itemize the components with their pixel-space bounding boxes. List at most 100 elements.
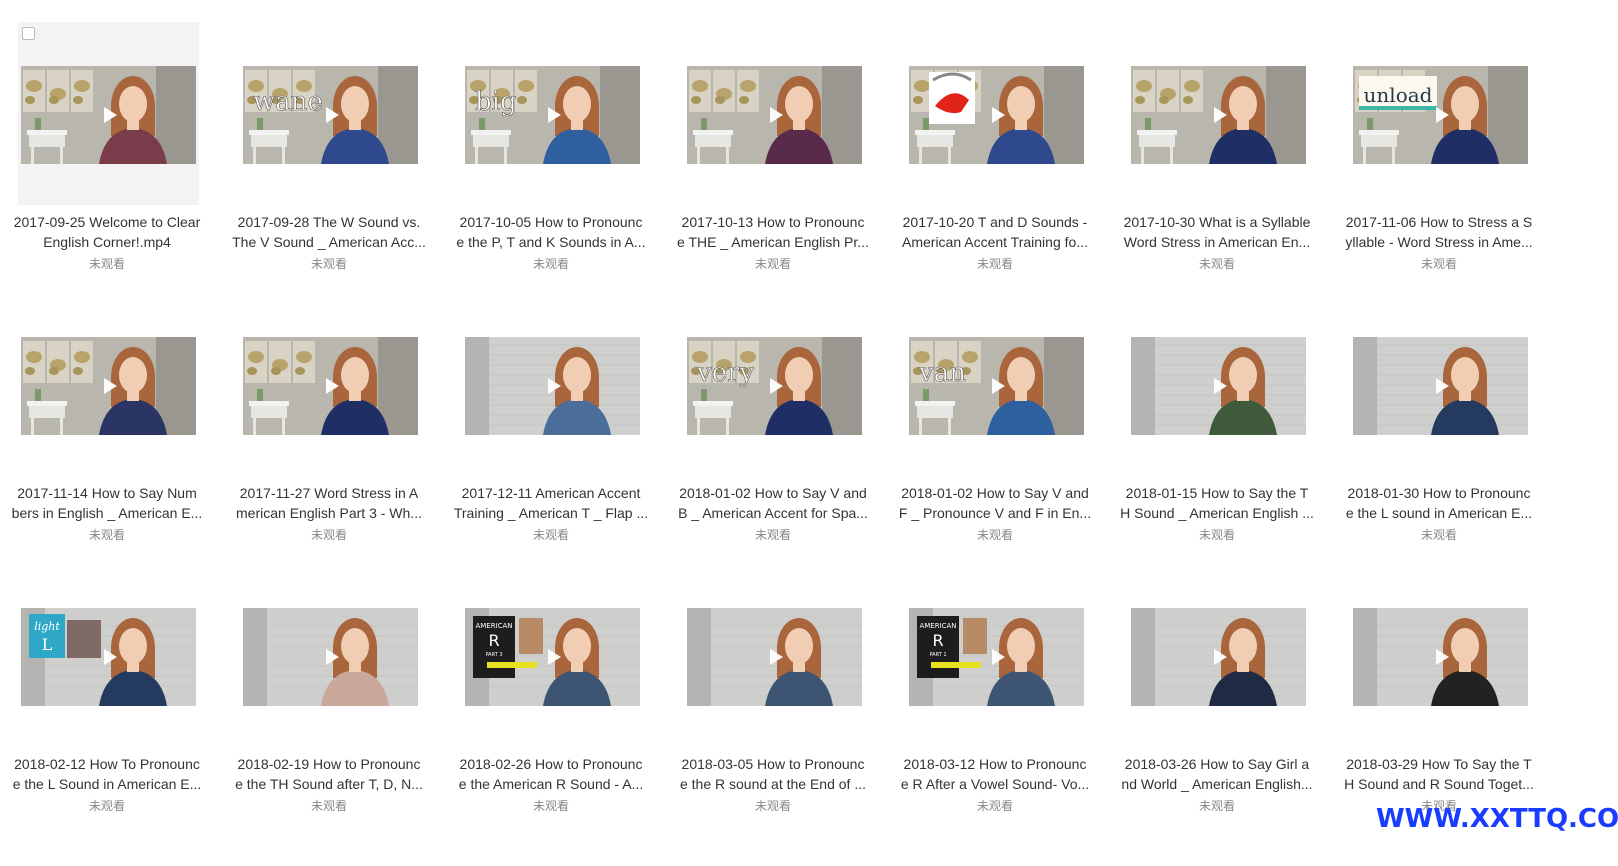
video-title-line1: 2018-01-02 How to Say V and [901,485,1089,501]
video-title[interactable]: 2018-01-02 How to Say V and F _ Pronounce… [892,483,1098,523]
video-card[interactable]: 2017-10-20 T and D Sounds - American Acce… [888,0,1110,271]
watch-status: 未观看 [532,799,569,813]
video-card[interactable]: 2017-12-11 American Accent Training _ Ame… [444,271,666,542]
video-title[interactable]: 2017-12-11 American Accent Training _ Ame… [448,483,654,523]
thumbnail-image: unload [1353,66,1528,164]
video-card[interactable]: big 2017-10-05 How to Pronounc e the P, T … [444,0,666,271]
video-thumbnail[interactable] [687,66,862,164]
thumbnail-image [909,66,1084,164]
video-title[interactable]: 2018-03-26 How to Say Girl a nd World _ A… [1114,754,1320,794]
video-title[interactable]: 2018-01-30 How to Pronounc e the L sound … [1336,483,1542,523]
video-card[interactable]: 2017-10-13 How to Pronounc e THE _ Americ… [666,0,888,271]
video-title[interactable]: 2017-11-14 How to Say Num bers in English… [4,483,210,523]
video-title-line1: 2017-11-14 How to Say Num [17,485,197,501]
watch-status: 未观看 [1420,528,1457,542]
video-card[interactable]: unload 2017-11-06 How to Stress a S yllabl… [1332,0,1554,271]
video-thumbnail[interactable]: wane [243,66,418,164]
video-thumbnail[interactable] [243,608,418,706]
video-thumbnail[interactable]: van [909,337,1084,435]
video-title[interactable]: 2017-11-27 Word Stress in A merican Engli… [226,483,432,523]
svg-text:big: big [475,87,517,117]
video-thumbnail[interactable]: AMERICAN R PART 1 [909,608,1084,706]
video-thumbnail[interactable] [687,608,862,706]
thumbnail-image [1131,66,1306,164]
watch-status: 未观看 [88,257,125,271]
video-card[interactable]: 2017-11-27 Word Stress in A merican Engli… [222,271,444,542]
thumbnail-image: light L [21,608,196,706]
video-thumbnail[interactable] [465,337,640,435]
select-checkbox[interactable] [22,27,35,40]
video-thumbnail[interactable] [1353,608,1528,706]
video-title[interactable]: 2017-09-28 The W Sound vs. The V Sound _ … [226,212,432,252]
watch-status: 未观看 [310,257,347,271]
thumbnail-image: AMERICANR PART 1 [909,608,1084,706]
video-card[interactable]: van 2018-01-02 How to Say V and F _ Pronou… [888,271,1110,542]
video-title-line1: 2017-09-28 The W Sound vs. [237,214,421,230]
svg-text:very: very [696,358,755,388]
video-title[interactable]: 2017-09-25 Welcome to Clear English Corne… [4,212,210,252]
video-card[interactable]: AMERICAN R PART 3 2018-02-26 How to Pronoun… [444,542,666,813]
video-title[interactable]: 2018-02-19 How to Pronounc e the TH Sound… [226,754,432,794]
video-thumbnail[interactable]: light L [21,608,196,706]
site-watermark: WWW.XXTTQ.COM [1376,804,1618,834]
svg-text:light: light [34,620,60,633]
video-title[interactable]: 2018-03-12 How to Pronounc e R After a Vo… [892,754,1098,794]
video-title[interactable]: 2017-10-30 What is a Syllable Word Stress… [1114,212,1320,252]
video-title-line2: e the TH Sound after T, D, N... [235,776,423,792]
video-card[interactable]: 2018-03-29 How To Say the T H Sound and R… [1332,542,1554,813]
video-card[interactable]: 2017-10-30 What is a Syllable Word Stress… [1110,0,1332,271]
video-card[interactable]: 2018-03-05 How to Pronounc e the R sound … [666,542,888,813]
video-thumbnail[interactable]: AMERICAN R PART 3 [465,608,640,706]
video-thumbnail[interactable] [1131,66,1306,164]
video-card[interactable]: very 2018-01-02 How to Say V and B _ Ameri… [666,271,888,542]
video-thumbnail[interactable] [1131,337,1306,435]
video-title-line2: bers in English _ American E... [11,505,203,521]
video-title[interactable]: 2018-02-26 How to Pronounc e the American… [448,754,654,794]
video-card[interactable]: AMERICAN R PART 1 2018-03-12 How to Pronoun… [888,542,1110,813]
video-card[interactable]: 2017-09-25 Welcome to Clear English Corne… [0,0,222,271]
video-title[interactable]: 2017-11-06 How to Stress a S yllable - Wo… [1336,212,1542,252]
watch-status: 未观看 [976,528,1013,542]
thumbnail-image: van [909,337,1084,435]
video-thumbnail[interactable]: very [687,337,862,435]
video-card[interactable]: wane 2017-09-28 The W Sound vs. The V Soun… [222,0,444,271]
video-thumbnail[interactable]: unload [1353,66,1528,164]
watch-status: 未观看 [310,799,347,813]
video-thumbnail[interactable] [1353,337,1528,435]
video-title[interactable]: 2017-10-05 How to Pronounc e the P, T and… [448,212,654,252]
video-thumbnail[interactable]: big [465,66,640,164]
video-thumbnail[interactable] [21,66,196,164]
video-thumbnail[interactable] [21,337,196,435]
video-card[interactable]: 2018-02-19 How to Pronounc e the TH Sound… [222,542,444,813]
video-title-line1: 2018-01-02 How to Say V and [679,485,867,501]
watch-status: 未观看 [754,799,791,813]
video-title[interactable]: 2017-10-13 How to Pronounc e THE _ Americ… [670,212,876,252]
video-title-line1: 2018-03-12 How to Pronounc [903,756,1087,772]
video-title[interactable]: 2018-02-12 How To Pronounc e the L Sound … [4,754,210,794]
thumbnail-image [1131,608,1306,706]
video-thumbnail[interactable] [243,337,418,435]
watch-status: 未观看 [1420,257,1457,271]
video-title-line2: e the L sound in American E... [1345,505,1533,521]
video-title[interactable]: 2018-01-02 How to Say V and B _ American … [670,483,876,523]
video-title-line2: e THE _ American English Pr... [677,234,869,250]
video-card[interactable]: 2017-11-14 How to Say Num bers in English… [0,271,222,542]
thumbnail-image [21,66,196,164]
svg-text:AMERICAN: AMERICAN [475,622,512,630]
video-title-line2: H Sound and R Sound Toget... [1344,776,1534,792]
video-card[interactable]: 2018-01-30 How to Pronounc e the L sound … [1332,271,1554,542]
video-title[interactable]: 2018-03-05 How to Pronounc e the R sound … [670,754,876,794]
video-title-line1: 2017-10-30 What is a Syllable [1123,214,1311,230]
video-card[interactable]: 2018-01-15 How to Say the T H Sound _ Ame… [1110,271,1332,542]
video-title-line2: F _ Pronounce V and F in En... [898,505,1092,521]
video-title-line2: merican English Part 3 - Wh... [236,505,422,521]
video-card[interactable]: light L 2018-02-12 How To Pronounc e the L … [0,542,222,813]
video-title[interactable]: 2018-01-15 How to Say the T H Sound _ Ame… [1114,483,1320,523]
thumbnail-image [687,66,862,164]
video-card[interactable]: 2018-03-26 How to Say Girl a nd World _ A… [1110,542,1332,813]
video-thumbnail[interactable] [1131,608,1306,706]
video-thumbnail[interactable] [909,66,1084,164]
video-title[interactable]: 2017-10-20 T and D Sounds - American Acce… [892,212,1098,252]
svg-text:unload: unload [1364,83,1433,107]
video-title[interactable]: 2018-03-29 How To Say the T H Sound and R… [1336,754,1542,794]
